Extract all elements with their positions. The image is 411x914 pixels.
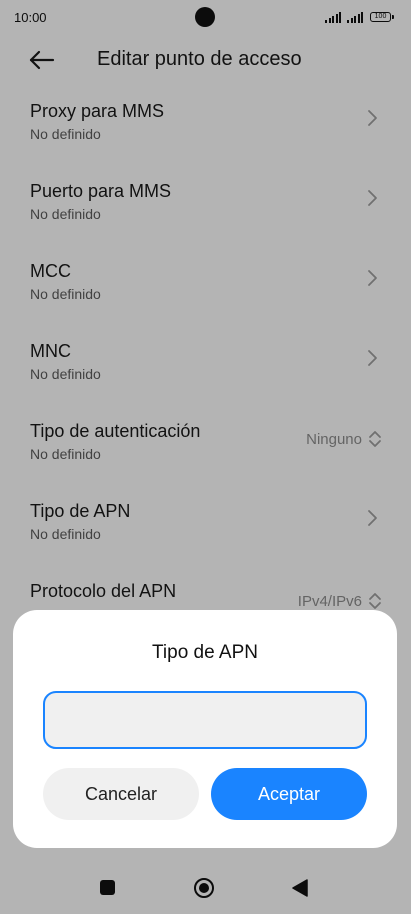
apn-type-input[interactable] xyxy=(43,691,367,749)
dialog-title: Tipo de APN xyxy=(152,642,258,663)
accept-button[interactable]: Aceptar xyxy=(211,768,367,820)
apn-type-dialog: Tipo de APN Cancelar Aceptar xyxy=(13,610,397,848)
cancel-button[interactable]: Cancelar xyxy=(43,768,199,820)
